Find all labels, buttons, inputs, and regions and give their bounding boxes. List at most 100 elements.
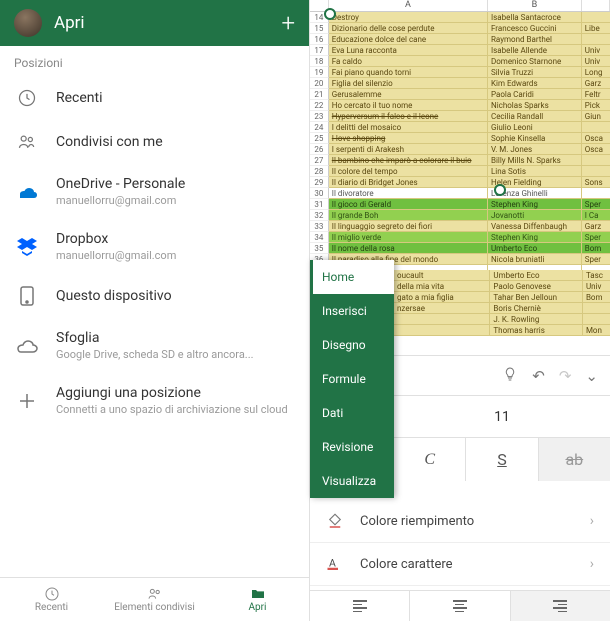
row-number[interactable]: 30 [310, 188, 329, 199]
location-dropbox[interactable]: Dropbox manuellorru@gmail.com [0, 219, 309, 274]
table-row[interactable]: Thomas harrisMon [394, 325, 610, 336]
cell[interactable]: Osca [582, 133, 610, 144]
ribbon-tab-draw[interactable]: Disegno [310, 328, 394, 362]
cell[interactable]: della mia vita [394, 281, 490, 292]
cell[interactable]: Jovanotti [488, 210, 582, 221]
chevron-down-icon[interactable]: ⌄ [585, 367, 598, 385]
table-row[interactable]: 18Fa caldoDomenico StarnoneUniv [310, 56, 610, 67]
location-shared[interactable]: Condivisi con me [0, 120, 309, 164]
cell[interactable]: Giun [582, 111, 610, 122]
cell[interactable]: Lina Sotis [488, 166, 582, 177]
cell[interactable]: Pick [582, 100, 610, 111]
location-add[interactable]: Aggiungi una posizione Connetti a uno sp… [0, 373, 309, 428]
ribbon-tab-home[interactable]: Home [310, 260, 394, 294]
cell[interactable]: nzersae [394, 303, 490, 314]
table-row[interactable]: 21GerusalemmePaola CaridiFeltr [310, 89, 610, 100]
table-row[interactable]: 27Il bambino che imparò a colorare il bu… [310, 155, 610, 166]
row-number[interactable]: 24 [310, 122, 329, 133]
cell[interactable]: Figlia del silenzio [329, 78, 488, 89]
cell[interactable]: Domenico Starnone [488, 56, 582, 67]
lightbulb-icon[interactable] [502, 366, 518, 386]
cell[interactable]: Destroy [329, 12, 488, 23]
cell[interactable]: Il colore del tempo [329, 166, 488, 177]
col-header-b[interactable]: B [488, 0, 582, 11]
table-row[interactable]: 22Ho cercato il tuo nomeNicholas SparksP… [310, 100, 610, 111]
cell[interactable]: Fai piano quando torni [329, 67, 488, 78]
table-row[interactable]: oucaultUmberto EcoTasc [394, 270, 610, 281]
row-number[interactable]: 18 [310, 56, 329, 67]
cell[interactable]: Il gioco di Gerald [329, 199, 488, 210]
location-browse[interactable]: Sfoglia Google Drive, scheda SD e altro … [0, 318, 309, 373]
cell[interactable]: Vanessa Diffenbaugh [488, 221, 582, 232]
cell[interactable]: Gerusalemme [329, 89, 488, 100]
row-number[interactable]: 25 [310, 133, 329, 144]
cell[interactable]: Univ [582, 56, 610, 67]
cell[interactable]: Tasc [583, 270, 610, 281]
row-number[interactable]: 27 [310, 155, 329, 166]
table-row[interactable]: 17Eva Luna raccontaIsabelle AllendeUniv [310, 45, 610, 56]
tab-open[interactable]: Apri [206, 578, 309, 621]
cell[interactable]: Bom [583, 292, 610, 303]
cell[interactable]: Hyperversum il falco e il leone [329, 111, 488, 122]
cell[interactable] [394, 325, 490, 336]
row-number[interactable]: 15 [310, 23, 329, 34]
row-number[interactable]: 17 [310, 45, 329, 56]
cell[interactable]: Bom [582, 243, 610, 254]
align-left-button[interactable] [310, 591, 410, 621]
cell[interactable]: Il divoratore [329, 188, 488, 199]
cell[interactable]: Il bambino che imparò a colorare il buio [329, 155, 488, 166]
undo-icon[interactable]: ↶ [532, 367, 545, 385]
cell[interactable]: Nicholas Sparks [488, 100, 582, 111]
sheet-area[interactable]: A B 14DestroyIsabella Santacroce15Dizion… [310, 0, 610, 276]
cell[interactable] [582, 188, 610, 199]
cell[interactable] [583, 303, 610, 314]
row-number[interactable]: 31 [310, 199, 329, 210]
cell[interactable] [582, 122, 610, 133]
cell[interactable] [582, 166, 610, 177]
underline-button[interactable]: S [466, 438, 538, 481]
table-row[interactable]: 16Educazione dolce del caneRaymond Barth… [310, 34, 610, 45]
cell[interactable]: Cecilia Randall [488, 111, 582, 122]
table-row[interactable]: 26I serpenti di ArakeshV. M. JonesOsca [310, 144, 610, 155]
fill-color-button[interactable]: Colore riempimento › [310, 500, 610, 543]
cell[interactable]: Il linguaggio segreto dei fiori [329, 221, 488, 232]
table-row[interactable]: 34Il miglio verdeStephen KingSper [310, 232, 610, 243]
cell[interactable]: gato a mia figlia [394, 292, 490, 303]
cell[interactable]: Kim Edwards [488, 78, 582, 89]
row-number[interactable]: 29 [310, 177, 329, 188]
user-avatar[interactable] [14, 9, 42, 37]
table-row[interactable]: J. K. Rowling [394, 314, 610, 325]
cell[interactable]: Il miglio verde [329, 232, 488, 243]
align-center-button[interactable] [410, 591, 510, 621]
location-device[interactable]: Questo dispositivo [0, 274, 309, 318]
cell[interactable]: Billy Mills N. Sparks [488, 155, 582, 166]
table-row[interactable]: nzersaeBoris Cherniè [394, 303, 610, 314]
table-row[interactable]: 19Fai piano quando torniSilvia TruzziLon… [310, 67, 610, 78]
row-number[interactable]: 32 [310, 210, 329, 221]
cell[interactable]: Univ [583, 281, 610, 292]
cell[interactable]: Silvia Truzzi [488, 67, 582, 78]
cell[interactable]: Umberto Eco [490, 270, 583, 281]
row-number[interactable]: 20 [310, 78, 329, 89]
cell[interactable]: oucault [394, 270, 490, 281]
table-row[interactable]: 29Il diario di Bridget JonesHelen Fieldi… [310, 177, 610, 188]
cell[interactable]: I love shopping [329, 133, 488, 144]
selection-handle[interactable] [324, 8, 336, 20]
table-row[interactable]: 32Il grande BohJovanottiI Ca [310, 210, 610, 221]
row-number[interactable]: 28 [310, 166, 329, 177]
row-number[interactable]: 34 [310, 232, 329, 243]
cell[interactable] [582, 12, 610, 23]
row-number[interactable]: 22 [310, 100, 329, 111]
cell[interactable]: Long [582, 67, 610, 78]
cell[interactable]: Fa caldo [329, 56, 488, 67]
cell[interactable]: Il grande Boh [329, 210, 488, 221]
tab-recent[interactable]: Recenti [0, 578, 103, 621]
font-color-button[interactable]: A Colore carattere › [310, 543, 610, 586]
cell[interactable]: Univ [582, 45, 610, 56]
cell[interactable]: I delitti del mosaico [329, 122, 488, 133]
row-number[interactable]: 35 [310, 243, 329, 254]
table-row[interactable]: 25I love shoppingSophie KinsellaOsca [310, 133, 610, 144]
cell[interactable]: Feltr [582, 89, 610, 100]
italic-button[interactable]: C [394, 438, 466, 481]
location-recent[interactable]: Recenti [0, 76, 309, 120]
